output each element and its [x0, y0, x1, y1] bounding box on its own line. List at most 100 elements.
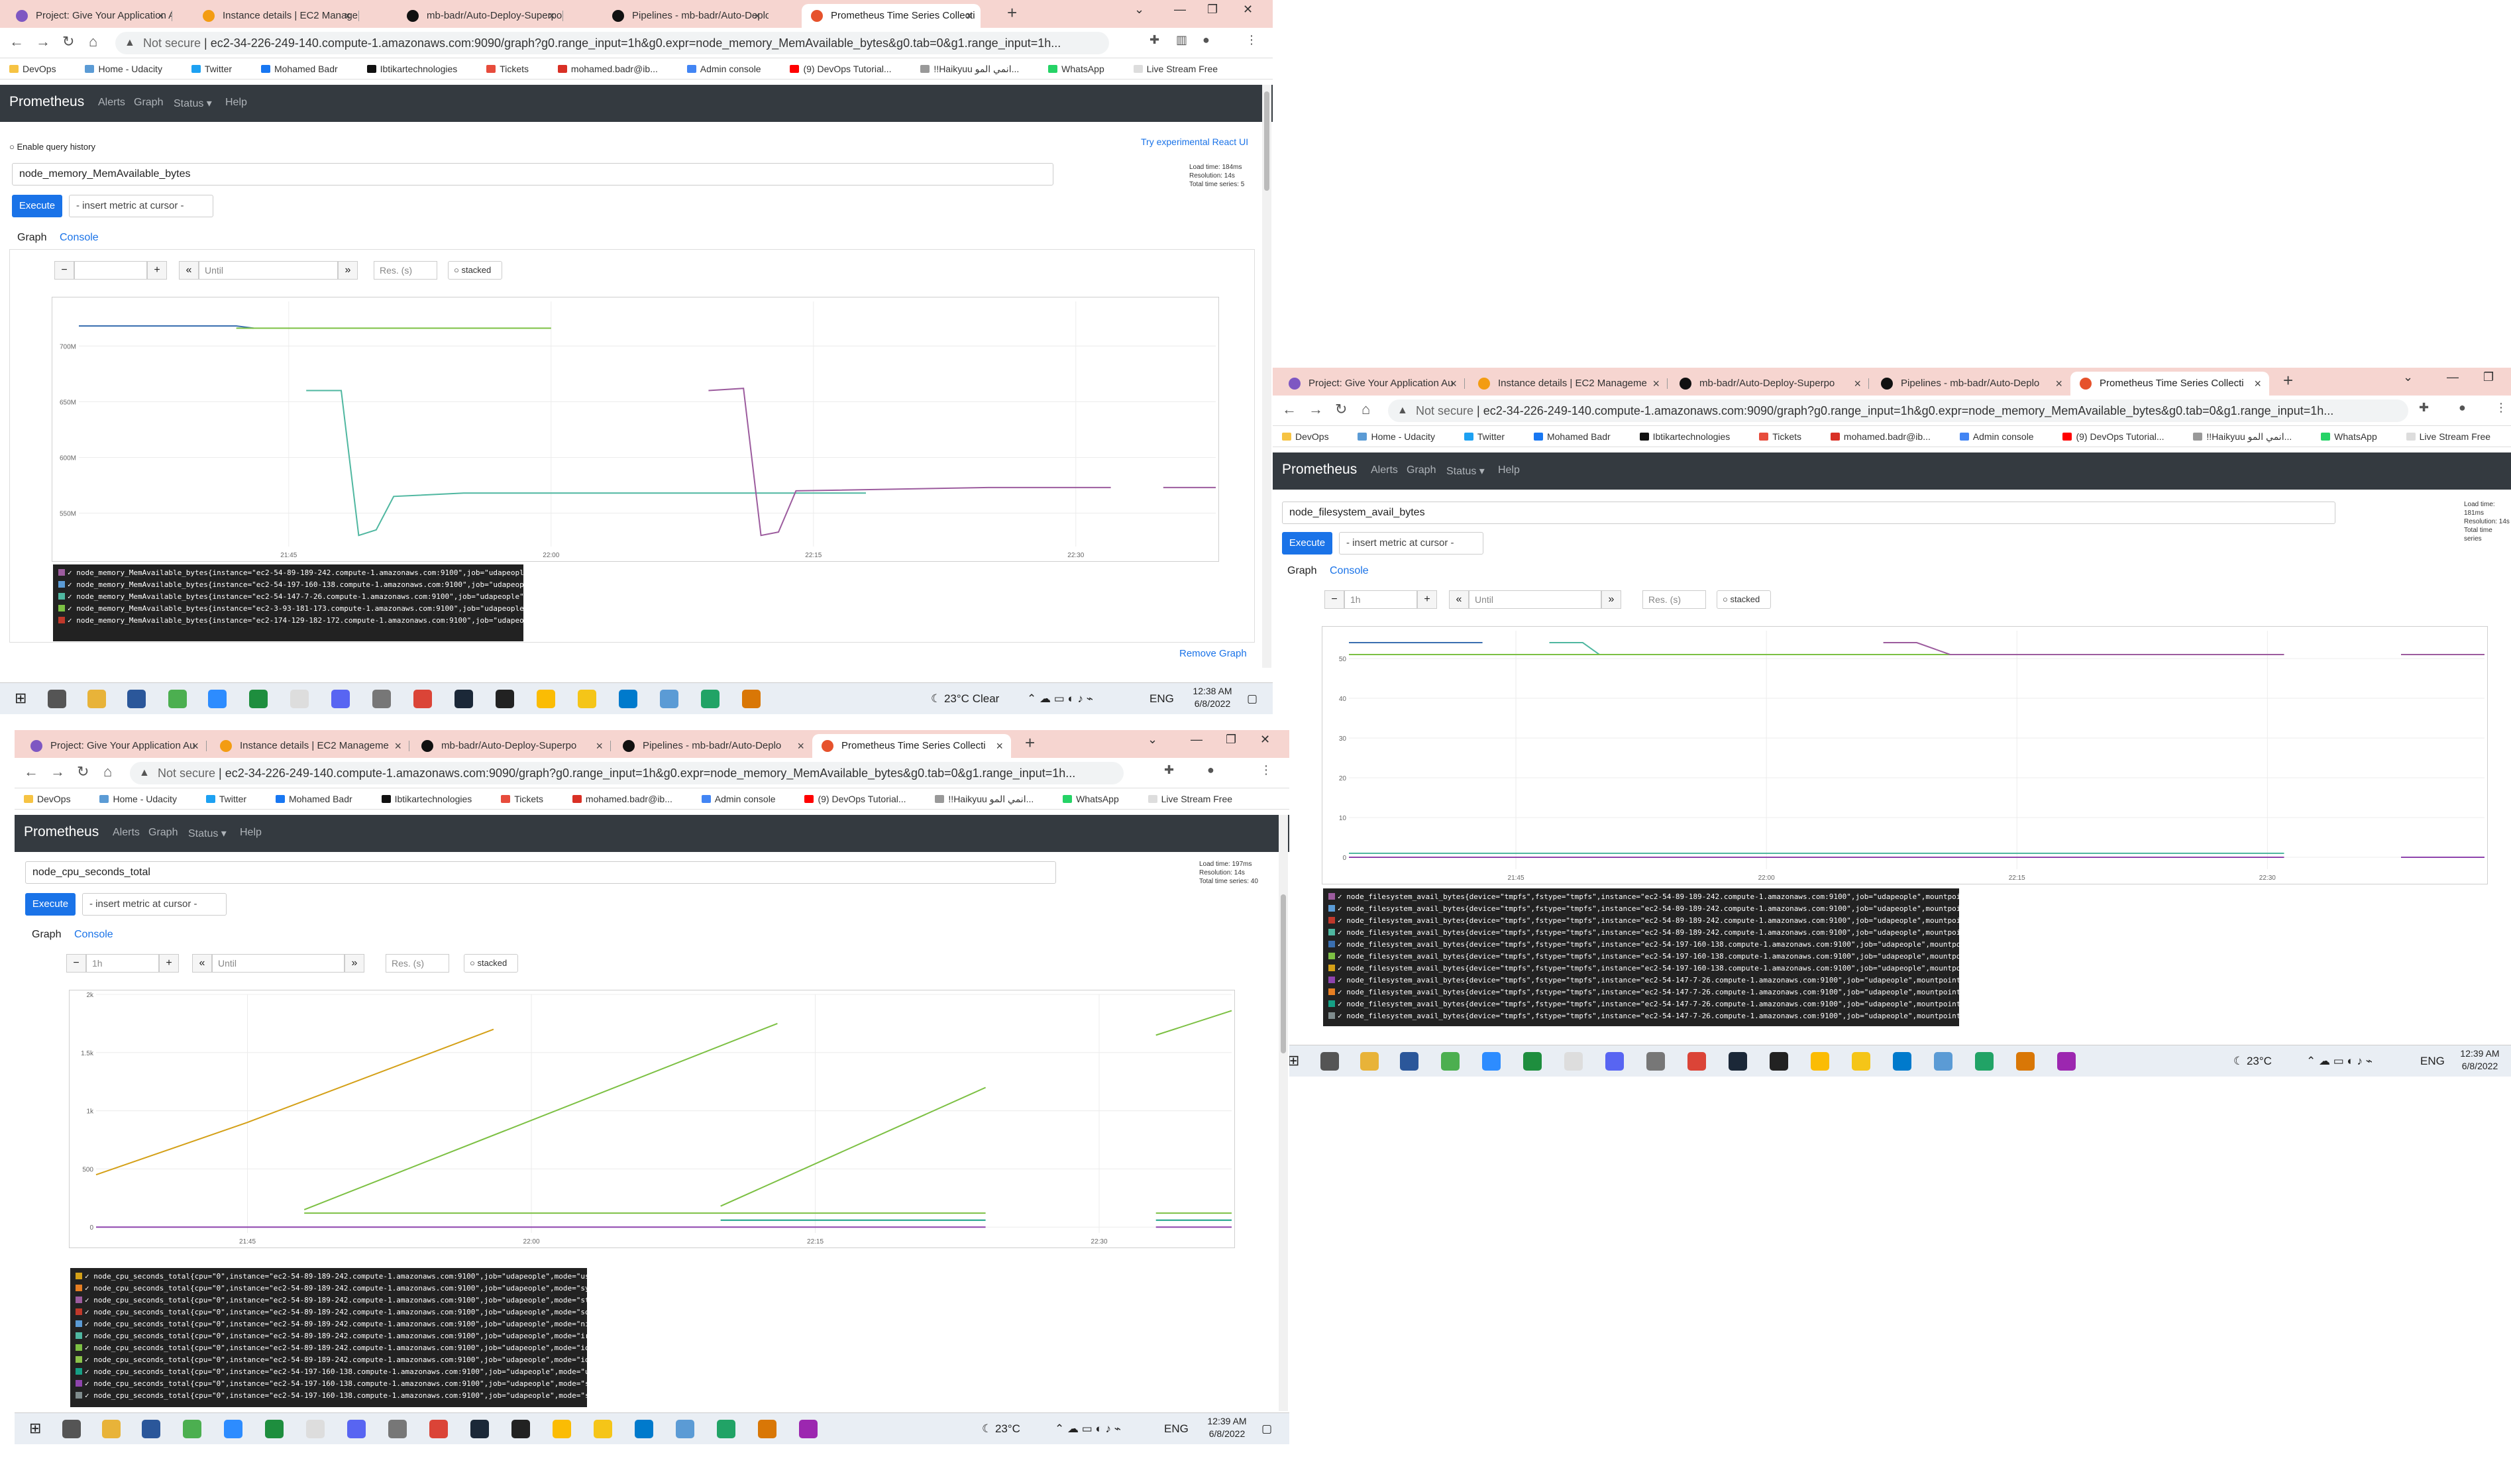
legend-item[interactable]: ✓ node_filesystem_avail_bytes{device="tm…: [1328, 891, 1959, 903]
restore-button[interactable]: ❐: [1226, 733, 1236, 747]
chrome-icon[interactable]: [1441, 1052, 1460, 1071]
tab-circleci-pipelines[interactable]: Pipelines - mb-badr/Auto-Deplo ×: [614, 734, 812, 758]
legend-item[interactable]: ✓ node_filesystem_avail_bytes{device="tm…: [1328, 903, 1959, 915]
vscode-icon[interactable]: [1893, 1052, 1911, 1071]
tab-github-repo[interactable]: mb-badr/Auto-Deploy-Superpo ×: [1670, 372, 1869, 396]
extensions-icon[interactable]: ✚: [1149, 33, 1159, 47]
range-input[interactable]: 1h: [86, 954, 159, 973]
tab-console[interactable]: Console: [1330, 565, 1369, 577]
app-icon[interactable]: [1523, 1052, 1542, 1071]
weather-widget[interactable]: ☾ 23°C Clear: [931, 692, 999, 706]
app-icon[interactable]: [1646, 1052, 1665, 1071]
notepad-icon[interactable]: [1564, 1052, 1583, 1071]
app-icon[interactable]: [1934, 1052, 1952, 1071]
profile-avatar[interactable]: ●: [1202, 33, 1210, 47]
tab-graph[interactable]: Graph: [17, 232, 46, 244]
vscode-icon[interactable]: [635, 1420, 653, 1438]
range-decrease-button[interactable]: −: [1324, 590, 1344, 609]
legend-item[interactable]: ✓ node_cpu_seconds_total{cpu="0",instanc…: [76, 1295, 587, 1306]
legend-item[interactable]: ✓ node_filesystem_avail_bytes{device="tm…: [1328, 939, 1959, 951]
tab-github-repo[interactable]: mb-badr/Auto-Deploy-Superpo ×: [412, 734, 611, 758]
task-view-icon[interactable]: [1320, 1052, 1339, 1071]
notepad-icon[interactable]: [306, 1420, 325, 1438]
task-view-icon[interactable]: [62, 1420, 81, 1438]
react-ui-link[interactable]: Try experimental React UI: [1141, 136, 1248, 147]
windows-start-icon[interactable]: ⊞: [15, 690, 27, 707]
bookmark-udacity[interactable]: Home - Udacity: [1358, 431, 1448, 442]
app-icon[interactable]: [758, 1420, 776, 1438]
tab-prometheus[interactable]: Prometheus Time Series Collecti ×: [812, 734, 1011, 758]
chrome-active-icon[interactable]: [1687, 1052, 1706, 1071]
range-input[interactable]: [74, 261, 147, 280]
bookmark-twitter[interactable]: Twitter: [1464, 431, 1518, 442]
bookmark-gmail[interactable]: mohamed.badr@ib...: [557, 64, 671, 74]
system-tray-icons[interactable]: ⌃ ☁ ▭ ◐ ♪ ⌁: [1027, 692, 1093, 706]
legend-item[interactable]: ✓ node_memory_MemAvailable_bytes{instanc…: [58, 603, 523, 615]
app-icon[interactable]: [127, 690, 146, 708]
stacked-button[interactable]: ○ stacked: [1717, 590, 1771, 609]
insert-metric-select[interactable]: - insert metric at cursor -: [69, 195, 213, 217]
nav-graph[interactable]: Graph: [148, 827, 178, 839]
taskbar-clock[interactable]: 12:38 AM 6/8/2022: [1186, 685, 1239, 710]
close-icon[interactable]: ×: [1652, 372, 1660, 396]
legend-item[interactable]: ✓ node_cpu_seconds_total{cpu="0",instanc…: [76, 1283, 587, 1295]
home-icon[interactable]: ⌂: [1362, 401, 1370, 418]
tab-github-repo[interactable]: mb-badr/Auto-Deploy-Superpo ×: [398, 4, 563, 28]
bookmark-live-stream[interactable]: Live Stream Free: [1148, 794, 1246, 804]
chrome-icon[interactable]: [183, 1420, 201, 1438]
new-tab-button[interactable]: +: [1025, 733, 1035, 753]
tab-circleci-pipelines[interactable]: Pipelines - mb-badr/Auto-Deplo ×: [603, 4, 769, 28]
bookmark-live-stream[interactable]: Live Stream Free: [1133, 64, 1231, 74]
tab-ec2-instance[interactable]: Instance details | EC2 Manageme ×: [193, 4, 359, 28]
notion-icon[interactable]: [496, 690, 514, 708]
time-forward-button[interactable]: »: [338, 261, 358, 280]
range-increase-button[interactable]: +: [1417, 590, 1437, 609]
zoom-icon[interactable]: [1482, 1052, 1501, 1071]
legend-item[interactable]: ✓ node_cpu_seconds_total{cpu="0",instanc…: [76, 1378, 587, 1390]
chrome-icon[interactable]: [537, 690, 555, 708]
chrome-icon[interactable]: [168, 690, 187, 708]
bookmark-devops[interactable]: DevOps: [1282, 431, 1342, 442]
sidebar-icon[interactable]: ▥: [1176, 33, 1187, 47]
new-tab-button[interactable]: +: [1007, 3, 1017, 23]
tab-udacity-project[interactable]: Project: Give Your Application Au ×: [1279, 372, 1465, 396]
tab-console[interactable]: Console: [60, 232, 99, 244]
notepad-icon[interactable]: [290, 690, 309, 708]
until-input[interactable]: Until: [212, 954, 345, 973]
range-decrease-button[interactable]: −: [66, 954, 86, 973]
nav-help[interactable]: Help: [1498, 464, 1520, 476]
nav-alerts[interactable]: Alerts: [113, 827, 140, 839]
steam-icon[interactable]: [1729, 1052, 1747, 1071]
nav-status[interactable]: Status ▾: [188, 827, 227, 840]
tab-console[interactable]: Console: [74, 929, 113, 941]
tab-search-icon[interactable]: ⌄: [1148, 733, 1157, 747]
nav-alerts[interactable]: Alerts: [98, 97, 125, 109]
time-forward-button[interactable]: »: [345, 954, 364, 973]
chrome-active-icon[interactable]: [413, 690, 432, 708]
legend-item[interactable]: ✓ node_cpu_seconds_total{cpu="0",instanc…: [76, 1354, 587, 1366]
close-icon[interactable]: ×: [1450, 372, 1457, 396]
bookmark-gmail[interactable]: mohamed.badr@ib...: [1830, 431, 1944, 442]
legend-item[interactable]: ✓ node_filesystem_avail_bytes{device="tm…: [1328, 915, 1959, 927]
bookmark-haikyuu[interactable]: !!Haikyuu انمي المو...: [935, 794, 1047, 804]
file-explorer-icon[interactable]: [87, 690, 106, 708]
app-icon[interactable]: [142, 1420, 160, 1438]
chrome-icon[interactable]: [1811, 1052, 1829, 1071]
system-tray-icons[interactable]: ⌃ ☁ ▭ ◐ ♪ ⌁: [1055, 1422, 1121, 1436]
prometheus-brand[interactable]: Prometheus: [9, 94, 84, 110]
url-field[interactable]: ▲ Not secure | ec2-34-226-249-140.compute…: [130, 762, 1124, 784]
close-icon[interactable]: ×: [344, 4, 351, 28]
app-icon[interactable]: [249, 690, 268, 708]
legend-item[interactable]: ✓ node_memory_MemAvailable_bytes{instanc…: [58, 579, 523, 591]
until-input[interactable]: Until: [199, 261, 338, 280]
page-scrollbar[interactable]: [1262, 85, 1271, 668]
range-decrease-button[interactable]: −: [54, 261, 74, 280]
home-icon[interactable]: ⌂: [103, 763, 112, 780]
excel-icon[interactable]: [1975, 1052, 1994, 1071]
forward-icon[interactable]: →: [50, 763, 65, 780]
app-icon[interactable]: [742, 690, 761, 708]
bookmark-haikyuu[interactable]: !!Haikyuu انمي المو...: [920, 64, 1032, 74]
menu-icon[interactable]: ⋮: [1260, 763, 1272, 777]
tab-search-icon[interactable]: ⌄: [1134, 3, 1144, 17]
resolution-input[interactable]: Res. (s): [374, 261, 437, 280]
